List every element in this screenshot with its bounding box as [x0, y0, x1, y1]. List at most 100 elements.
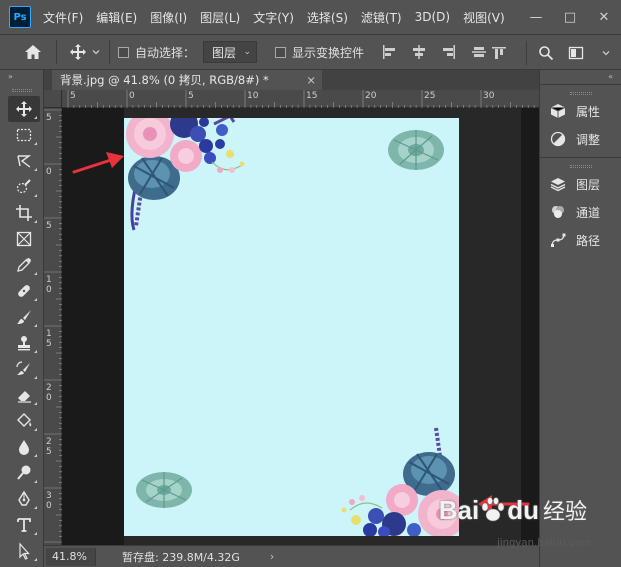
horizontal-ruler[interactable]: 5 0 5 10 15 20 25 30: [62, 90, 539, 108]
search-button[interactable]: [535, 42, 557, 64]
bandage-icon: [18, 285, 30, 297]
menu-filter[interactable]: 滤镜(T): [361, 9, 402, 26]
pen-tool[interactable]: [8, 486, 40, 512]
menu-3d[interactable]: 3D(D): [415, 10, 450, 24]
ruler-label: 2 0: [46, 383, 52, 403]
ruler-label: 0: [129, 91, 135, 101]
paths-label: 路径: [576, 233, 601, 248]
menu-image[interactable]: 图像(I): [150, 9, 187, 26]
dodge-tool[interactable]: [8, 460, 40, 486]
blur-tool[interactable]: [8, 434, 40, 460]
close-button[interactable]: ✕: [587, 0, 621, 34]
paint-bucket-tool[interactable]: [8, 408, 40, 434]
adjustments-icon: [550, 131, 566, 147]
align-left-button[interactable]: [378, 41, 400, 63]
menu-layer[interactable]: 图层(L): [200, 9, 240, 26]
move-tool[interactable]: [8, 96, 40, 122]
canvas-workspace[interactable]: [62, 108, 539, 545]
quick-selection-tool[interactable]: [8, 174, 40, 200]
watermark-brand-a: Bai: [438, 494, 480, 525]
path-selection-tool[interactable]: [8, 538, 40, 564]
divider: [56, 40, 57, 64]
frame-tool[interactable]: [8, 226, 40, 252]
scratch-disk-info: 暂存盘: 239.8M/4.32G: [122, 550, 240, 564]
ruler-label: 15: [306, 91, 318, 101]
workspace-button[interactable]: [565, 42, 587, 64]
align-center-button[interactable]: [408, 41, 430, 63]
options-bar: 自动选择： 图层 ⌄ 显示变换控件: [0, 34, 621, 70]
panel-grip[interactable]: [540, 162, 621, 170]
properties-panel-button[interactable]: 属性: [540, 97, 621, 125]
pointer-icon: [19, 542, 30, 560]
ruler-origin[interactable]: [44, 90, 62, 108]
eyedropper-icon: [17, 258, 31, 272]
eyedropper-tool[interactable]: [8, 252, 40, 278]
collapse-toolbar-button[interactable]: »: [0, 70, 43, 84]
photoshop-logo[interactable]: Ps: [9, 6, 31, 28]
window-controls: — □ ✕: [519, 0, 621, 34]
align-center-icon: [413, 45, 426, 59]
clone-stamp-tool[interactable]: [8, 330, 40, 356]
minimize-button[interactable]: —: [519, 0, 553, 34]
status-menu-arrow[interactable]: ›: [270, 550, 274, 563]
move-icon: [70, 44, 86, 60]
status-bar: 41.8% 暂存盘: 239.8M/4.32G ›: [44, 545, 539, 567]
show-transform-checkbox[interactable]: [275, 46, 287, 58]
baidu-jingyan-watermark: Bai du 经验: [439, 494, 587, 526]
panel-grip[interactable]: [0, 84, 43, 96]
home-button[interactable]: [18, 38, 48, 66]
panel-group-properties: 属性 调整: [540, 84, 621, 157]
document-tab-title: 背景.jpg @ 41.8% (0 拷贝, RGB/8#) *: [60, 73, 269, 87]
restore-button[interactable]: □: [553, 0, 587, 34]
ruler-label: 30: [483, 91, 495, 101]
floral-artwork: [126, 118, 459, 536]
lasso-tool[interactable]: [8, 148, 40, 174]
brush-tool[interactable]: [8, 304, 40, 330]
menu-view[interactable]: 视图(V): [463, 9, 505, 26]
quick-selection-icon: [16, 179, 31, 194]
divider: [526, 41, 527, 65]
ruler-label: 5: [46, 221, 52, 231]
paths-panel-button[interactable]: 路径: [540, 226, 621, 254]
channels-icon: [552, 206, 564, 218]
marquee-tool[interactable]: [8, 122, 40, 148]
align-top-icon: [492, 47, 506, 59]
move-icon: [16, 101, 32, 117]
tools-panel: »: [0, 70, 44, 567]
auto-select-checkbox[interactable]: [118, 46, 129, 58]
align-right-button[interactable]: [438, 41, 460, 63]
collapse-panels-button[interactable]: «: [540, 70, 621, 84]
align-top-button[interactable]: [488, 42, 510, 64]
ruler-label: 5: [70, 91, 76, 101]
chevron-down-icon: ⌄: [243, 47, 252, 57]
crop-tool[interactable]: [8, 200, 40, 226]
adjustments-panel-button[interactable]: 调整: [540, 125, 621, 153]
zoom-level-field[interactable]: 41.8%: [46, 547, 96, 566]
channels-panel-button[interactable]: 通道: [540, 198, 621, 226]
menu-file[interactable]: 文件(F): [43, 9, 83, 26]
document-tab[interactable]: 背景.jpg @ 41.8% (0 拷贝, RGB/8#) * ×: [52, 70, 322, 90]
lasso-icon: [17, 155, 32, 168]
vertical-ruler[interactable]: 5051 01 52 02 53 03 5: [44, 108, 62, 565]
distribute-button[interactable]: [468, 41, 490, 63]
menu-type[interactable]: 文字(Y): [253, 9, 294, 26]
history-brush-icon: [16, 361, 30, 375]
align-left-icon: [383, 45, 396, 59]
workspace-dropdown[interactable]: [595, 42, 617, 64]
eraser-tool[interactable]: [8, 382, 40, 408]
healing-brush-tool[interactable]: [8, 278, 40, 304]
floral-cluster-top-left: [126, 118, 245, 231]
show-transform-label: 显示变换控件: [292, 45, 365, 60]
pasteboard-right: [521, 108, 539, 545]
history-brush-tool[interactable]: [8, 356, 40, 382]
menu-select[interactable]: 选择(S): [307, 9, 348, 26]
panel-grip[interactable]: [540, 89, 621, 97]
tool-preset-picker[interactable]: [69, 43, 101, 61]
auto-select-target-dropdown[interactable]: 图层 ⌄: [203, 41, 258, 63]
document-canvas[interactable]: [124, 118, 459, 536]
ruler-label: 20: [365, 91, 377, 101]
layers-panel-button[interactable]: 图层: [540, 170, 621, 198]
close-tab-icon[interactable]: ×: [306, 70, 316, 90]
type-tool[interactable]: [8, 512, 40, 538]
menu-edit[interactable]: 编辑(E): [96, 9, 137, 26]
